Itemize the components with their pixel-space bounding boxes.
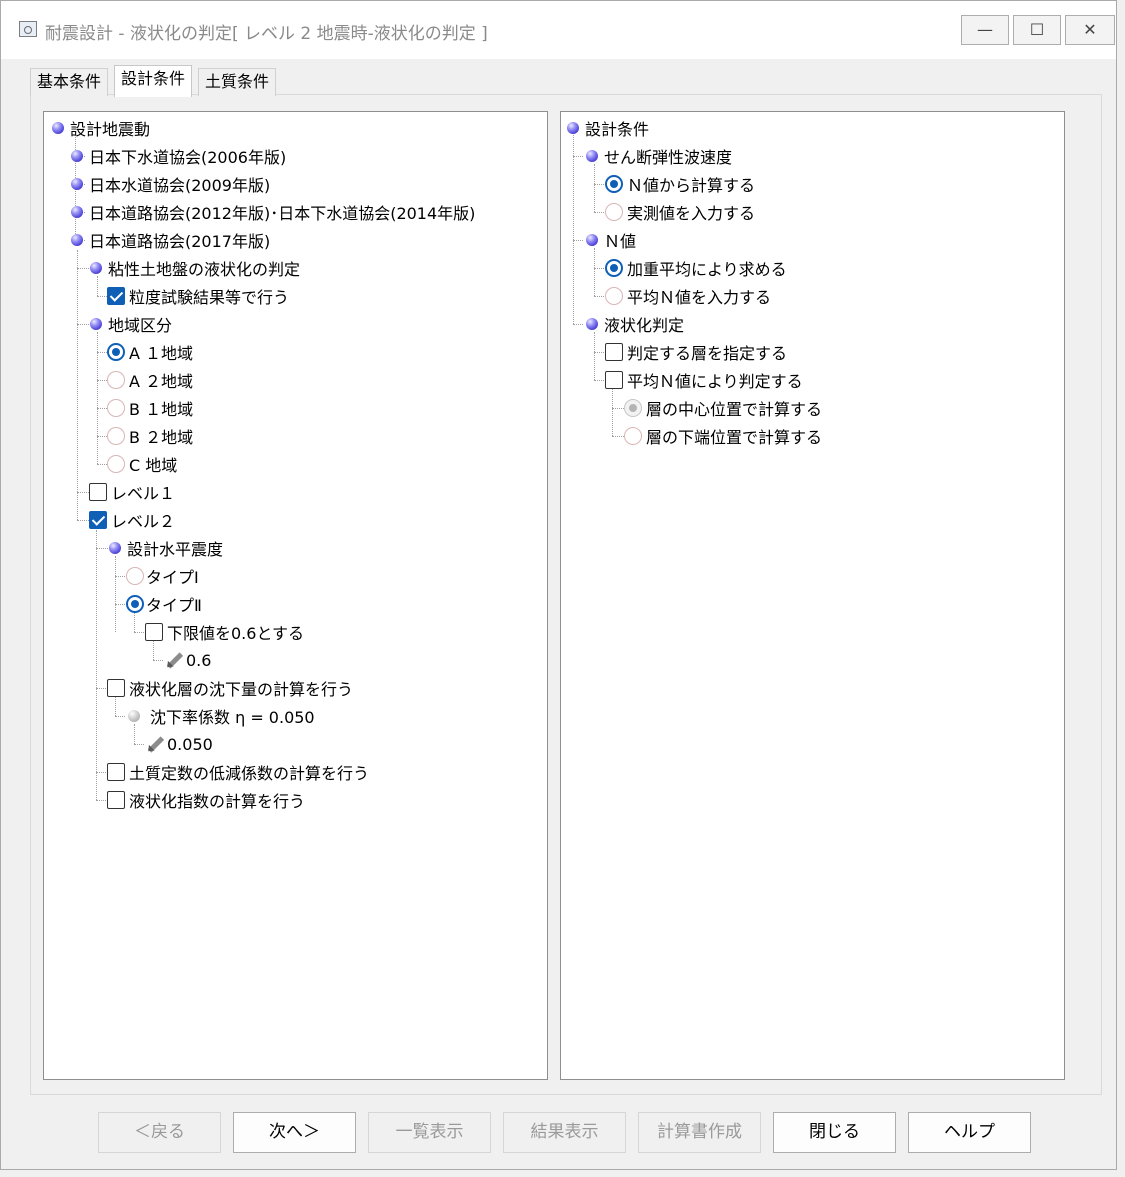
help-button[interactable]: ヘルプ — [908, 1112, 1031, 1153]
next-button[interactable]: 次へ＞ — [233, 1112, 356, 1153]
reduction-factor-checkbox[interactable]: 土質定数の低減係数の計算を行う — [107, 760, 369, 784]
node-bullet-icon — [90, 318, 102, 330]
tree-node-std-2006[interactable]: 日本下水道協会(2006年版) — [69, 144, 286, 168]
tree-node-std-2012[interactable]: 日本道路協会(2012年版)･日本下水道協会(2014年版) — [69, 200, 475, 224]
level2-checkbox[interactable]: レベル２ — [89, 508, 175, 532]
radio-empty-icon — [624, 427, 642, 445]
radio-empty-icon — [107, 399, 125, 417]
lower-limit-value-edit[interactable]: 0.6 — [164, 648, 211, 672]
region-a1-radio[interactable]: A １地域 — [107, 340, 193, 364]
level1-checkbox[interactable]: レベル１ — [89, 480, 175, 504]
node-bullet-icon — [109, 542, 121, 554]
pencil-icon — [145, 735, 165, 753]
tree-node-design-conditions[interactable]: 設計条件 — [565, 116, 649, 140]
node-bullet-icon — [71, 234, 83, 246]
region-a2-radio[interactable]: A ２地域 — [107, 368, 193, 392]
node-bullet-gray-icon — [128, 710, 140, 722]
title-bar: 耐震設計 - 液状化の判定[ レベル 2 地震時-液状化の判定 ] — ☐ ✕ — [1, 1, 1116, 59]
from-n-value-radio[interactable]: Ｎ値から計算する — [605, 172, 755, 196]
tree-node-std-2009[interactable]: 日本水道協会(2009年版) — [69, 172, 270, 196]
node-bullet-icon — [90, 262, 102, 274]
radio-empty-icon — [605, 287, 623, 305]
minimize-button[interactable]: — — [961, 15, 1009, 45]
radio-empty-icon — [605, 203, 623, 221]
checkbox-checked-icon — [107, 287, 125, 305]
node-bullet-icon — [567, 122, 579, 134]
tree-node-clay-liquefaction[interactable]: 粘性土地盤の液状化の判定 — [88, 256, 300, 280]
node-bullet-icon — [71, 206, 83, 218]
create-report-button[interactable]: 計算書作成 — [638, 1112, 761, 1153]
checkbox-unchecked-icon — [605, 371, 623, 389]
type1-radio[interactable]: タイプⅠ — [126, 564, 199, 588]
tree-node-settlement-coefficient[interactable]: 沈下率係数 η = 0.050 — [126, 704, 315, 728]
node-bullet-icon — [586, 318, 598, 330]
app-icon — [19, 21, 37, 37]
radio-selected-icon — [107, 343, 125, 361]
layer-center-radio[interactable]: 層の中心位置で計算する — [624, 396, 822, 420]
checkbox-unchecked-icon — [605, 343, 623, 361]
lower-limit-checkbox[interactable]: 下限値を0.6とする — [145, 620, 304, 644]
radio-empty-icon — [107, 371, 125, 389]
close-window-button[interactable]: ✕ — [1065, 15, 1115, 45]
radio-empty-icon — [107, 455, 125, 473]
settlement-coefficient-value-edit[interactable]: 0.050 — [145, 732, 213, 756]
checkbox-unchecked-icon — [89, 483, 107, 501]
judge-by-average-n-checkbox[interactable]: 平均Ｎ値により判定する — [605, 368, 803, 392]
tree-node-design-seismic-coefficient[interactable]: 設計水平震度 — [107, 536, 223, 560]
tab-basic-conditions[interactable]: 基本条件 — [30, 68, 109, 96]
weighted-average-radio[interactable]: 加重平均により求める — [605, 256, 787, 280]
region-b1-radio[interactable]: B １地域 — [107, 396, 193, 420]
right-tree-view[interactable]: 設計条件 せん断弾性波速度 Ｎ値から計算する 実測値を入力する Ｎ値 加重平均に… — [560, 111, 1065, 1080]
radio-selected-icon — [605, 175, 623, 193]
node-bullet-icon — [586, 234, 598, 246]
measured-value-radio[interactable]: 実測値を入力する — [605, 200, 755, 224]
tree-node-n-value[interactable]: Ｎ値 — [584, 228, 636, 252]
tree-node-region[interactable]: 地域区分 — [88, 312, 172, 336]
average-n-input-radio[interactable]: 平均Ｎ値を入力する — [605, 284, 771, 308]
tree-node-design-ground-motion[interactable]: 設計地震動 — [50, 116, 150, 140]
tree-node-shear-wave-velocity[interactable]: せん断弾性波速度 — [584, 144, 732, 168]
checkbox-checked-icon — [89, 511, 107, 529]
radio-selected-icon — [126, 595, 144, 613]
back-button[interactable]: ＜戻る — [98, 1112, 221, 1153]
checkbox-unchecked-icon — [107, 763, 125, 781]
radio-selected-icon — [605, 259, 623, 277]
liquefaction-index-checkbox[interactable]: 液状化指数の計算を行う — [107, 788, 305, 812]
tab-soil-conditions[interactable]: 土質条件 — [198, 68, 277, 96]
pencil-icon — [164, 651, 184, 669]
tree-node-liquefaction-judgement[interactable]: 液状化判定 — [584, 312, 684, 336]
checkbox-unchecked-icon — [107, 791, 125, 809]
node-bullet-icon — [71, 178, 83, 190]
left-tree-view[interactable]: 設計地震動 日本下水道協会(2006年版) 日本水道協会(2009年版) 日本道… — [43, 111, 548, 1080]
close-button[interactable]: 閉じる — [773, 1112, 896, 1153]
list-view-button[interactable]: 一覧表示 — [368, 1112, 491, 1153]
specify-layer-checkbox[interactable]: 判定する層を指定する — [605, 340, 787, 364]
checkbox-unchecked-icon — [145, 623, 163, 641]
maximize-button[interactable]: ☐ — [1013, 15, 1061, 45]
region-c-radio[interactable]: C 地域 — [107, 452, 177, 476]
radio-empty-icon — [126, 567, 144, 585]
node-bullet-icon — [52, 122, 64, 134]
radio-empty-icon — [107, 427, 125, 445]
window-title: 耐震設計 - 液状化の判定[ レベル 2 地震時-液状化の判定 ] — [45, 24, 488, 44]
node-bullet-icon — [586, 150, 598, 162]
tab-design-conditions[interactable]: 設計条件 — [114, 65, 193, 97]
tree-node-std-2017[interactable]: 日本道路協会(2017年版) — [69, 228, 270, 252]
node-bullet-icon — [71, 150, 83, 162]
type2-radio[interactable]: タイプⅡ — [126, 592, 202, 616]
grain-test-checkbox[interactable]: 粒度試験結果等で行う — [107, 284, 289, 308]
layer-bottom-radio[interactable]: 層の下端位置で計算する — [624, 424, 822, 448]
radio-selected-disabled-icon — [624, 399, 642, 417]
checkbox-unchecked-icon — [107, 679, 125, 697]
result-view-button[interactable]: 結果表示 — [503, 1112, 626, 1153]
region-b2-radio[interactable]: B ２地域 — [107, 424, 193, 448]
settlement-checkbox[interactable]: 液状化層の沈下量の計算を行う — [107, 676, 353, 700]
